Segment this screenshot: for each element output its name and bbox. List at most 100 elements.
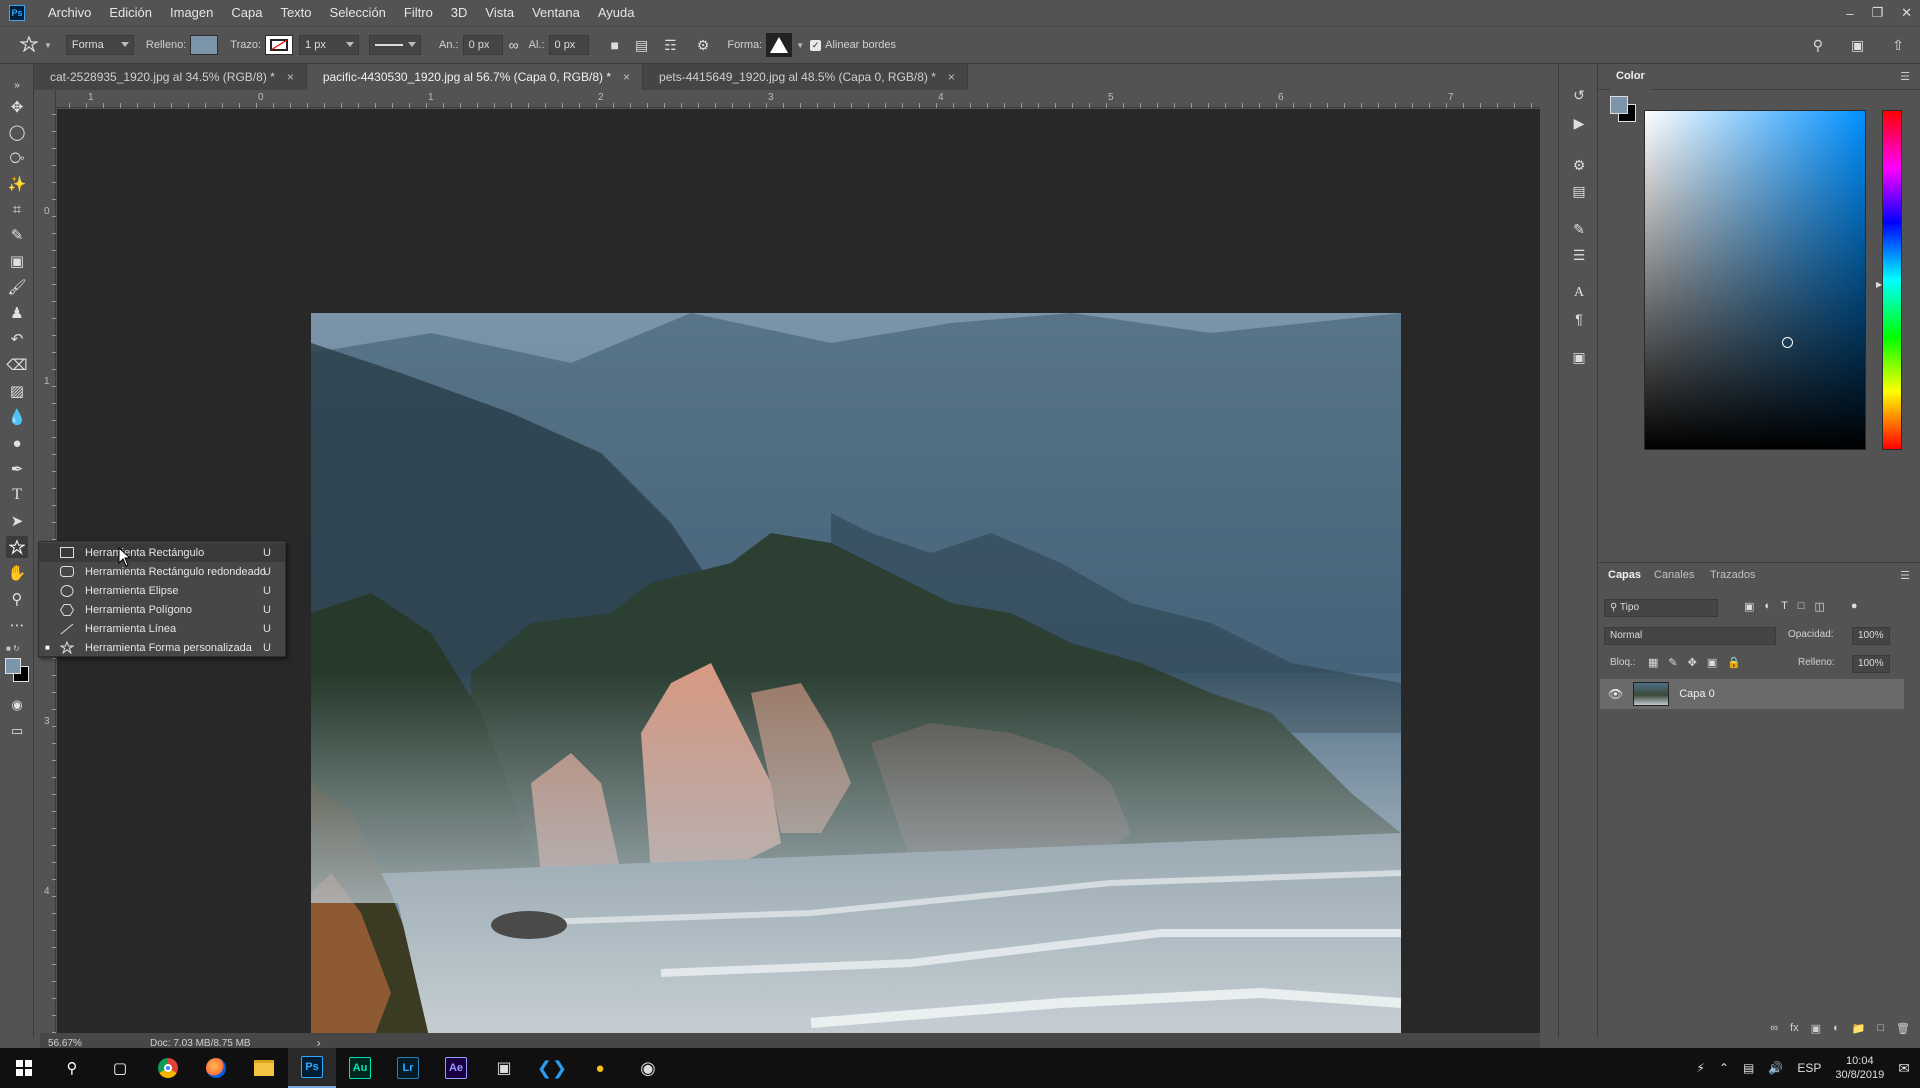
type-tool-icon[interactable]: T bbox=[6, 484, 28, 506]
layer-style-fx-icon[interactable]: fx bbox=[1790, 1022, 1799, 1038]
tab-pacific[interactable]: pacific-4430530_1920.jpg al 56.7% (Capa … bbox=[306, 64, 644, 90]
menu-3d[interactable]: 3D bbox=[442, 0, 477, 26]
menu-texto[interactable]: Texto bbox=[271, 0, 320, 26]
zoom-tool-icon[interactable]: ⚲ bbox=[6, 588, 28, 610]
hue-slider-handle-icon[interactable]: ▶ bbox=[1876, 280, 1882, 289]
fill-swatch[interactable] bbox=[190, 35, 219, 55]
magic-wand-tool-icon[interactable]: ✨ bbox=[6, 173, 28, 195]
screen-mode-icon[interactable]: ▭ bbox=[6, 720, 28, 742]
opacity-field[interactable]: 100% bbox=[1852, 627, 1890, 645]
tool-presets-icon[interactable]: ☰ bbox=[1568, 244, 1590, 266]
path-alignment-icon[interactable]: ▤ bbox=[635, 37, 648, 54]
quick-mask-icon[interactable]: ◉ bbox=[6, 694, 28, 716]
visibility-eye-icon[interactable]: 👁 bbox=[1608, 687, 1623, 701]
menu-ayuda[interactable]: Ayuda bbox=[589, 0, 644, 26]
settings-gear-icon[interactable]: ⚙ bbox=[697, 37, 710, 54]
menu-edicion[interactable]: Edición bbox=[100, 0, 161, 26]
dodge-tool-icon[interactable]: ● bbox=[6, 432, 28, 454]
menu-vista[interactable]: Vista bbox=[476, 0, 523, 26]
stroke-swatch[interactable] bbox=[265, 35, 294, 55]
file-explorer-icon[interactable] bbox=[240, 1048, 288, 1088]
hue-slider[interactable] bbox=[1882, 110, 1902, 450]
history-brush-tool-icon[interactable]: ↶ bbox=[6, 328, 28, 350]
toolbar-collapse-icon[interactable]: » bbox=[6, 74, 28, 96]
blend-mode-select[interactable]: Normal bbox=[1604, 627, 1776, 645]
width-field[interactable]: 0 px bbox=[462, 35, 503, 55]
tab-cat[interactable]: cat-2528935_1920.jpg al 34.5% (RGB/8) * × bbox=[34, 64, 307, 90]
layer-filter-select[interactable]: ⚲ Tipo bbox=[1604, 599, 1718, 617]
filter-adjustment-icon[interactable]: ◐ bbox=[1764, 600, 1771, 613]
close-tab-icon[interactable]: × bbox=[287, 70, 294, 84]
filter-toggle-icon[interactable]: ● bbox=[1851, 600, 1858, 613]
character-panel-icon[interactable]: A bbox=[1568, 282, 1590, 304]
add-mask-icon[interactable]: ▣ bbox=[1811, 1022, 1821, 1038]
filter-type-icon[interactable]: T bbox=[1781, 600, 1788, 613]
fill-field[interactable]: 100% bbox=[1852, 655, 1890, 673]
filter-shape-icon[interactable]: □ bbox=[1798, 600, 1805, 613]
link-layers-icon[interactable]: ∞ bbox=[1770, 1022, 1778, 1038]
gradient-tool-icon[interactable]: ▨ bbox=[6, 380, 28, 402]
share-icon[interactable]: ⇧ bbox=[1892, 37, 1904, 54]
flyout-item-rounded-rectangle[interactable]: Herramienta Rectángulo redondeado U bbox=[39, 562, 285, 581]
photoshop-taskbar-icon[interactable]: Ps bbox=[288, 1048, 336, 1088]
height-field[interactable]: 0 px bbox=[548, 35, 589, 55]
delete-layer-icon[interactable]: 🗑 bbox=[1896, 1022, 1910, 1038]
close-icon[interactable]: ✕ bbox=[1901, 5, 1912, 21]
preset-caret-icon[interactable]: ▼ bbox=[44, 41, 52, 50]
flyout-item-polygon[interactable]: Herramienta Polígono U bbox=[39, 600, 285, 619]
tab-pets[interactable]: pets-4415649_1920.jpg al 48.5% (Capa 0, … bbox=[643, 64, 968, 90]
link-icon[interactable]: ∞ bbox=[509, 37, 519, 53]
tab-color[interactable]: Color bbox=[1610, 70, 1651, 90]
blur-tool-icon[interactable]: 💧 bbox=[6, 406, 28, 428]
minimize-icon[interactable]: – bbox=[1846, 6, 1853, 21]
lock-all-icon[interactable]: 🔒 bbox=[1727, 656, 1741, 669]
notifications-icon[interactable]: ✉ bbox=[1898, 1060, 1910, 1077]
menu-capa[interactable]: Capa bbox=[222, 0, 271, 26]
hand-tool-icon[interactable]: ✋ bbox=[6, 562, 28, 584]
move-tool-icon[interactable]: ✥ bbox=[6, 96, 28, 118]
align-edges-checkbox[interactable]: ✓ bbox=[810, 39, 822, 51]
tool-mode-select[interactable]: Forma bbox=[65, 35, 134, 55]
layer-name[interactable]: Capa 0 bbox=[1679, 688, 1714, 700]
windows-start-icon[interactable] bbox=[0, 1048, 48, 1088]
healing-brush-tool-icon[interactable]: ▣ bbox=[6, 250, 28, 272]
eraser-tool-icon[interactable]: ⌫ bbox=[6, 354, 28, 376]
flyout-item-line[interactable]: Herramienta Línea U bbox=[39, 619, 285, 638]
path-arrangement-icon[interactable]: ☶ bbox=[664, 37, 677, 54]
brush-settings-icon[interactable]: ✎ bbox=[1568, 218, 1590, 240]
new-layer-icon[interactable]: □ bbox=[1877, 1022, 1884, 1038]
document-image[interactable] bbox=[311, 313, 1401, 1045]
adjustments-icon[interactable]: ⚙ bbox=[1568, 154, 1590, 176]
vscode-icon[interactable]: ❮❯ bbox=[528, 1048, 576, 1088]
flyout-item-rectangle[interactable]: Herramienta Rectángulo U bbox=[39, 543, 285, 562]
menu-archivo[interactable]: Archivo bbox=[39, 0, 100, 26]
menu-filtro[interactable]: Filtro bbox=[395, 0, 442, 26]
zoom-level[interactable]: 56.67% bbox=[48, 1038, 138, 1049]
task-view-icon[interactable]: ▢ bbox=[96, 1048, 144, 1088]
eyedropper-tool-icon[interactable]: ✎ bbox=[6, 224, 28, 246]
tab-canales[interactable]: Canales bbox=[1654, 569, 1694, 581]
paragraph-panel-icon[interactable]: ¶ bbox=[1568, 308, 1590, 330]
close-tab-icon[interactable]: × bbox=[623, 70, 630, 84]
color-picker-handle[interactable] bbox=[1782, 337, 1793, 348]
filter-pixel-icon[interactable]: ▣ bbox=[1744, 600, 1754, 613]
shape-picker-caret-icon[interactable]: ▼ bbox=[796, 41, 804, 50]
fg-color-chip[interactable] bbox=[1610, 96, 1628, 114]
measurement-icon[interactable]: ▤ bbox=[1568, 180, 1590, 202]
menu-imagen[interactable]: Imagen bbox=[161, 0, 222, 26]
lock-pixels-icon[interactable]: ✎ bbox=[1668, 656, 1677, 669]
pen-tool-icon[interactable]: ✒ bbox=[6, 458, 28, 480]
firefox-icon[interactable] bbox=[192, 1048, 240, 1088]
network-activity-icon[interactable]: ⚡ bbox=[1697, 1061, 1705, 1075]
adjustment-layer-icon[interactable]: ◐ bbox=[1833, 1022, 1840, 1038]
volume-icon[interactable]: 🔊 bbox=[1768, 1061, 1783, 1075]
obs-icon[interactable]: ◉ bbox=[624, 1048, 672, 1088]
filter-smart-object-icon[interactable]: ◫ bbox=[1814, 600, 1824, 613]
actions-play-icon[interactable]: ▶ bbox=[1568, 112, 1590, 134]
lightroom-icon[interactable]: Lr bbox=[384, 1048, 432, 1088]
more-tools-icon[interactable]: ⋯ bbox=[6, 614, 28, 636]
after-effects-icon[interactable]: Ae bbox=[432, 1048, 480, 1088]
brush-tool-icon[interactable]: 🖌 bbox=[6, 276, 28, 298]
media-player-icon[interactable]: ▣ bbox=[480, 1048, 528, 1088]
clock[interactable]: 10:04 30/8/2019 bbox=[1835, 1054, 1884, 1082]
